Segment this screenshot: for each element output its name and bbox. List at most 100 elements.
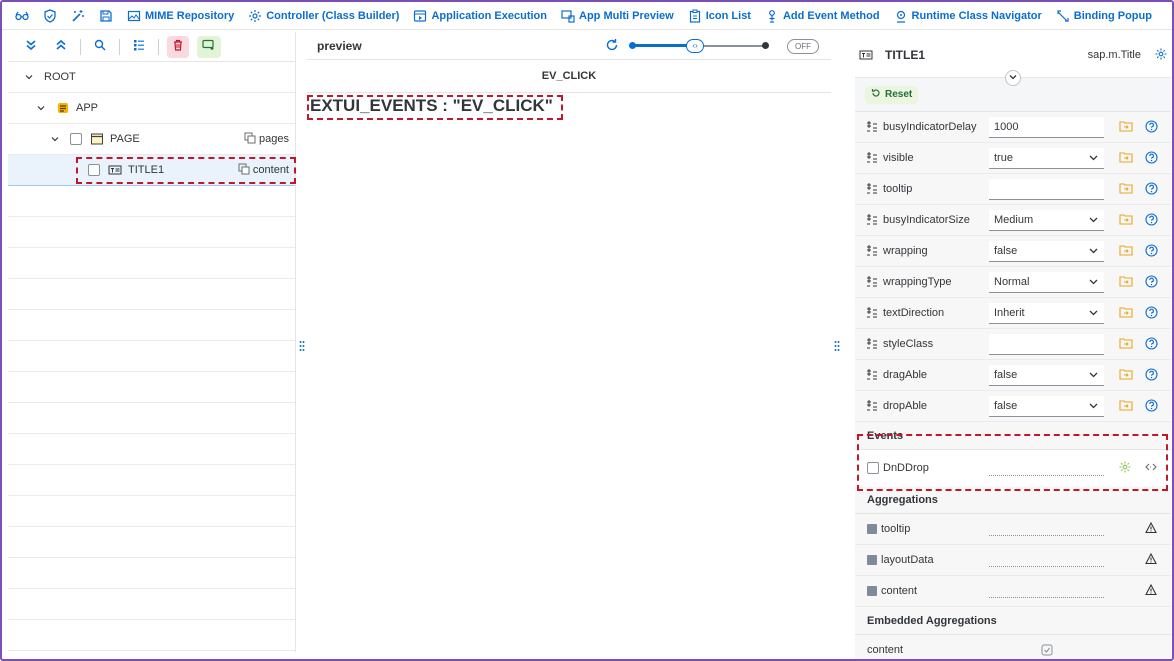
refresh-icon[interactable] [605,38,619,55]
reset-button[interactable]: Reset [865,85,919,104]
icon-list-button[interactable]: Icon List [681,4,758,28]
chevron-down-icon[interactable] [36,103,46,113]
property-row: tooltip [855,174,1171,205]
zoom-slider[interactable]: ‹› [629,36,769,56]
binding-folder-icon[interactable] [1119,182,1133,197]
right-splitter-handle[interactable] [834,340,840,355]
property-select[interactable]: Normal [989,271,1104,293]
property-icon [865,368,879,382]
toolbar-wand-button[interactable] [64,4,92,28]
help-icon[interactable] [1145,182,1158,198]
aggregation-name: layoutData [881,554,934,566]
settings-icon[interactable] [1155,48,1167,63]
binding-popup-button[interactable]: Binding Popup [1049,4,1159,28]
event-bar: EV_CLICK [307,60,831,93]
toolbar-separator [80,38,81,55]
tree-row-empty [8,558,295,589]
aggregation-row: tooltip [855,514,1171,545]
binding-folder-icon[interactable] [1119,399,1133,414]
help-icon[interactable] [1145,151,1158,167]
binding-folder-icon[interactable] [1119,368,1133,383]
chevron-down-icon[interactable] [24,72,34,82]
toolbar-glasses-button[interactable] [8,4,36,28]
toolbar-separator [158,38,159,55]
property-name: wrapping [883,245,928,257]
select-checkbox[interactable] [70,133,82,145]
binding-folder-icon[interactable] [1119,244,1133,259]
add-event-method-button[interactable]: Add Event Method [758,4,887,28]
slider-handle[interactable]: ‹› [686,39,704,53]
property-select[interactable]: false [989,395,1104,417]
pin-icon [894,9,908,23]
help-icon[interactable] [1145,368,1158,384]
property-icon [865,244,879,258]
tree-list-button[interactable] [128,36,150,58]
help-icon[interactable] [1145,244,1158,260]
run-icon [413,9,427,23]
checkbox-checked-icon[interactable] [1041,644,1053,659]
property-row: wrappingType Normal [855,267,1171,298]
chevron-down-icon[interactable] [50,134,60,144]
aggregation-marker [867,555,877,565]
property-name: tooltip [883,183,913,195]
toolbar-shield-button[interactable] [36,4,64,28]
property-select[interactable]: Inherit [989,302,1104,324]
left-splitter-handle[interactable] [299,340,305,355]
aggregation-input[interactable] [989,530,1104,536]
binding-folder-icon[interactable] [1119,151,1133,166]
help-icon[interactable] [1145,399,1158,415]
mime-repository-button[interactable]: MIME Repository [120,4,241,28]
collapse-all-button[interactable] [50,36,72,58]
tree-row-page[interactable]: PAGE pages [8,124,295,155]
help-icon[interactable] [1145,275,1158,291]
tree-row-empty [8,589,295,620]
runtime-class-navigator-label: Runtime Class Navigator [911,9,1042,22]
glasses-icon [15,9,29,23]
property-row: busyIndicatorSize Medium [855,205,1171,236]
toolbar-save-button[interactable] [92,4,120,28]
controller-class-builder-button[interactable]: Controller (Class Builder) [241,4,406,28]
help-icon[interactable] [1145,213,1158,229]
tree-row-root[interactable]: ROOT [8,62,295,93]
delete-control-button[interactable] [167,35,189,58]
tree-search-button[interactable] [89,36,111,58]
clipboard-icon [688,9,702,23]
binding-folder-icon[interactable] [1119,213,1133,228]
binding-folder-icon[interactable] [1119,275,1133,290]
aggregation-input[interactable] [989,592,1104,598]
controller-class-builder-label: Controller (Class Builder) [266,9,400,22]
property-input[interactable]: 1000 [989,116,1104,138]
preview-toggle-switch[interactable]: OFF [787,38,819,54]
title-control-icon [859,48,873,62]
tree-row-title1[interactable]: TITLE1 content [8,155,296,186]
tree-item-label: PAGE [110,133,140,145]
binding-folder-icon[interactable] [1119,306,1133,321]
property-icon [865,120,879,134]
property-value: false [994,399,1018,412]
expand-all-button[interactable] [20,36,42,58]
property-name: busyIndicatorDelay [883,121,977,133]
property-select[interactable]: false [989,240,1104,262]
help-icon[interactable] [1145,306,1158,322]
property-select[interactable]: true [989,147,1104,169]
property-input[interactable] [989,333,1104,355]
property-icon [865,275,879,289]
tree-row-app[interactable]: APP [8,93,295,124]
binding-folder-icon[interactable] [1119,337,1133,352]
copy-icon [244,132,256,147]
help-icon[interactable] [1145,120,1158,136]
aggregation-input[interactable] [989,561,1104,567]
app-multi-preview-button[interactable]: App Multi Preview [554,4,681,28]
warning-icon [1145,583,1157,599]
property-input[interactable] [989,178,1104,200]
binding-folder-icon[interactable] [1119,120,1133,135]
add-control-button[interactable] [197,35,221,58]
image-icon [127,9,141,23]
property-select[interactable]: false [989,364,1104,386]
collapse-header-button[interactable] [1005,70,1021,86]
application-execution-button[interactable]: Application Execution [406,4,554,28]
preview-panel: preview ‹› OFF EV_CLICK [307,32,831,94]
property-select[interactable]: Medium [989,209,1104,231]
runtime-class-navigator-button[interactable]: Runtime Class Navigator [887,4,1049,28]
help-icon[interactable] [1145,337,1158,353]
